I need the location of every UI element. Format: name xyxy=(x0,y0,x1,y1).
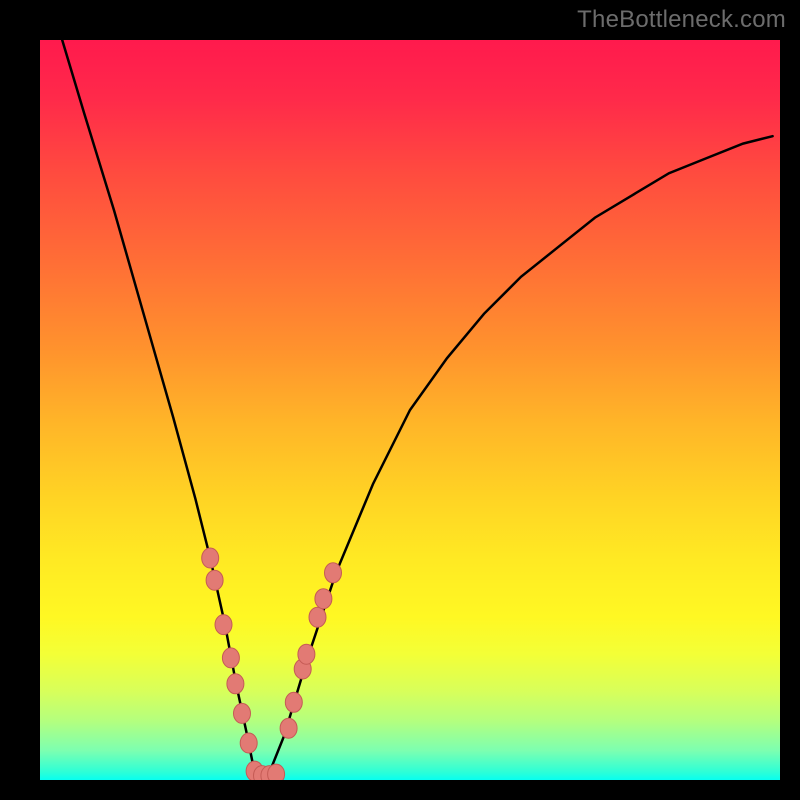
curve-marker xyxy=(240,733,257,753)
bottleneck-curve xyxy=(40,40,780,780)
curve-marker xyxy=(298,644,315,664)
curve-marker xyxy=(280,718,297,738)
curve-marker xyxy=(202,548,219,568)
curve-marker xyxy=(325,563,342,583)
curve-marker xyxy=(309,607,326,627)
curve-marker xyxy=(285,692,302,712)
curve-marker xyxy=(268,764,285,780)
curve-marker xyxy=(315,589,332,609)
watermark-text: TheBottleneck.com xyxy=(577,6,786,34)
curve-marker xyxy=(206,570,223,590)
curve-marker xyxy=(234,703,251,723)
curve-marker xyxy=(215,615,232,635)
curve-marker xyxy=(222,648,239,668)
plot-area xyxy=(40,40,780,780)
outer-frame: TheBottleneck.com xyxy=(0,0,800,800)
curve-marker xyxy=(227,674,244,694)
